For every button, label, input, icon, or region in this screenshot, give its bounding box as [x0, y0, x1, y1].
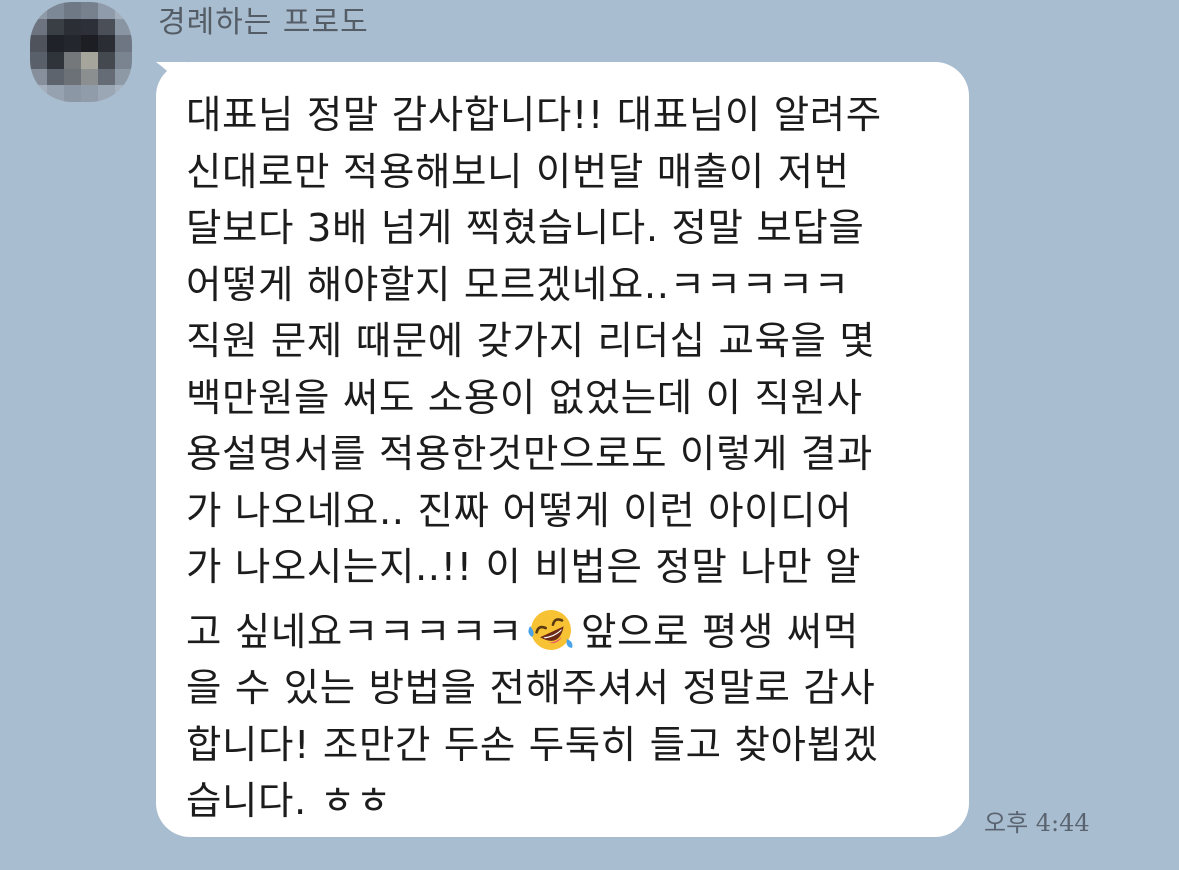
message-line: 백만원을 써도 소용이 없었는데 이 직원사	[186, 375, 863, 421]
message-line: 어떻게 해야할지 모르겠네요..ㅋㅋㅋㅋㅋ	[186, 262, 850, 308]
message-line: 가 나오시는지..!! 이 비법은 정말 나만 알	[186, 545, 862, 590]
message-line: 을 수 있는 방법을 전해주셔서 정말로 감사	[186, 666, 876, 711]
rolling-on-the-floor-laughing-emoji-icon	[527, 606, 575, 654]
message-line: 합니다! 조만간 두손 두둑히 들고 찾아뵙겠	[186, 722, 879, 768]
message-line: 신대로만 적용해보니 이번달 매출이 저번	[186, 149, 850, 195]
sender-avatar[interactable]	[30, 2, 132, 102]
message-line-with-emoji: 고 싶네요ㅋㅋㅋㅋㅋ 앞으로 평생 써먹	[186, 605, 949, 662]
sender-name: 경례하는 프로도	[158, 5, 369, 40]
message-line: 가 나오네요.. 진짜 어떻게 이런 아이디어	[186, 488, 853, 534]
message-text-after-emoji: 앞으로 평생 써먹	[581, 609, 859, 655]
message-line: 대표님 정말 감사합니다!! 대표님이 알려주	[186, 93, 882, 138]
message-line: 직원 문제 때문에 갖가지 리더십 교육을 몇	[186, 319, 876, 364]
message-line: 용설명서를 적용한것만으로도 이렇게 결과	[186, 432, 873, 477]
message-line: 습니다. ㅎㅎ	[186, 779, 392, 824]
message-bubble[interactable]: 대표님 정말 감사합니다!! 대표님이 알려주 신대로만 적용해보니 이번달 매…	[156, 62, 969, 837]
message-timestamp: 오후 4:44	[984, 809, 1090, 837]
message-text-before-emoji: 고 싶네요ㅋㅋㅋㅋㅋ	[186, 609, 524, 655]
message-line: 달보다 3배 넘게 찍혔습니다. 정말 보답을	[186, 206, 865, 251]
